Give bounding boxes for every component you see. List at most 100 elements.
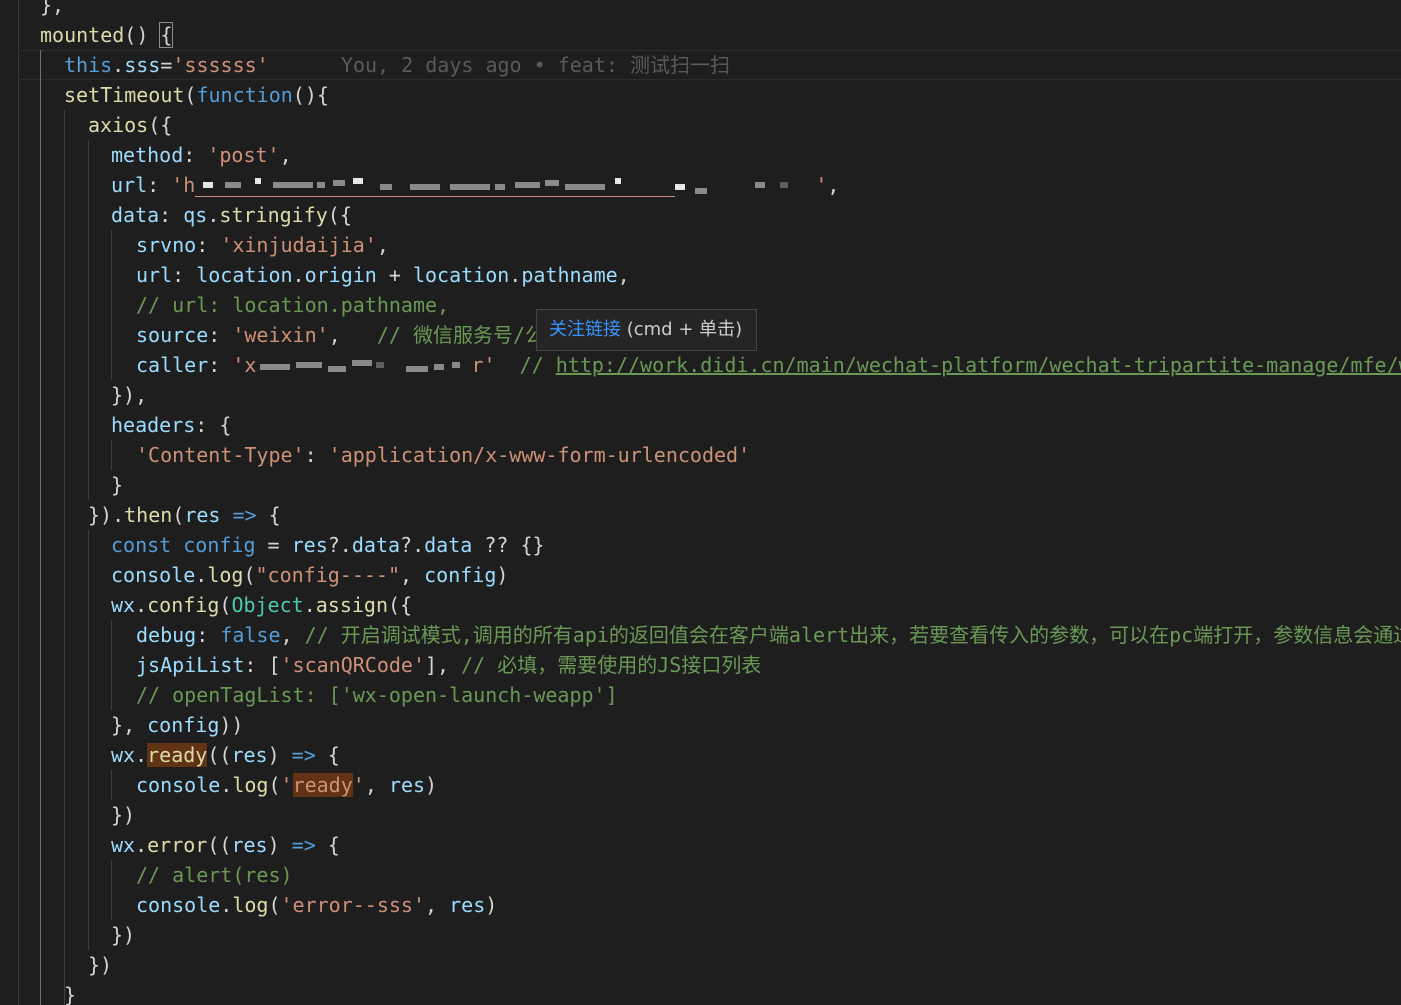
code-token: jsApiList [136,653,245,677]
code-line[interactable]: }) [111,800,135,830]
code-token: console [136,893,221,917]
code-line[interactable]: wx.ready((res) => { [111,740,340,770]
code-line[interactable]: }), [111,380,147,410]
code-token: : [196,623,221,647]
code-token: res [231,743,268,767]
code-line[interactable]: }, config)) [111,710,243,740]
code-line[interactable]: }).then(res => { [88,500,281,530]
indent-guide [111,440,112,470]
code-line[interactable]: this.sss='ssssss' You, 2 days ago • feat… [64,50,730,80]
code-token: ) [267,743,292,767]
code-token: log [207,563,244,587]
code-line[interactable]: mounted() { [40,20,174,50]
code-token: res [449,893,486,917]
code-line[interactable]: setTimeout(function(){ [64,80,329,110]
code-token: ?. [327,533,352,557]
code-token: ( [243,563,256,587]
code-token: assign [315,593,388,617]
code-token: , [827,173,840,197]
code-line[interactable]: srvno: 'xinjudaijia', [136,230,389,260]
code-line[interactable]: 'Content-Type': 'application/x-www-form-… [136,440,750,470]
follow-link-label[interactable]: 关注链接 [549,319,621,340]
code-line[interactable]: url: location.origin + location.pathname… [136,260,630,290]
code-token: , [400,563,425,587]
code-token: : [208,353,233,377]
code-token: ) [425,773,438,797]
code-token: => [291,833,316,857]
code-token: ) [485,893,498,917]
code-line[interactable]: // url: location.pathname, [136,290,449,320]
code-line[interactable]: caller: 'x r' // http://work.didi.cn/main… [136,350,1401,380]
code-token: (( [207,743,232,767]
code-token: { [159,22,174,48]
code-token: config [147,713,220,737]
code-editor[interactable]: }, mounted() {this.sss='ssssss' You, 2 da… [0,0,1401,1005]
code-token: , [376,233,389,257]
code-token: qs [183,203,208,227]
code-token: this [64,53,113,77]
code-token: // openTagList: ['wx-open-launch-weapp'] [136,683,618,707]
url-link[interactable]: http://work.didi.cn/main/wechat-platform… [556,353,1401,377]
code-token: srvno [136,233,197,257]
code-token: setTimeout [64,83,185,107]
code-token: location [412,263,510,287]
code-token: data [424,533,473,557]
code-line[interactable]: axios({ [88,110,172,140]
code-token: url [111,173,148,197]
code-line[interactable]: jsApiList: ['scanQRCode'], // 必填，需要使用的JS… [136,650,761,680]
code-line[interactable]: // openTagList: ['wx-open-launch-weapp'] [136,680,618,710]
code-line[interactable]: url: 'h ', [111,170,839,200]
code-line[interactable]: // alert(res) [136,860,293,890]
code-token: ) [496,563,509,587]
code-line[interactable]: console.log("config----", config) [111,560,508,590]
code-token: } [111,473,124,497]
code-line[interactable]: console.log('error--sss', res) [136,890,497,920]
code-token: location [196,263,293,287]
code-token: , [328,323,377,347]
code-token: Object [231,593,304,617]
code-token: config [183,533,256,557]
follow-link-tooltip: 关注链接 (cmd + 单击) [536,309,758,351]
code-token: }) [88,953,113,977]
code-token: config [424,563,497,587]
code-token: sss [124,53,161,77]
code-line[interactable]: headers: { [111,410,231,440]
code-line[interactable]: } [111,470,123,500]
code-token: (){ [292,83,329,107]
code-line[interactable]: const config = res?.data?.data ?? {} [111,530,545,560]
code-token: 'weixin' [232,323,329,347]
code-token: ( [184,83,197,107]
code-line[interactable]: } [64,980,76,1005]
code-token: // alert(res) [136,863,293,887]
code-line[interactable]: }) [111,920,135,950]
indent-guide [111,230,112,380]
code-token: , [280,623,305,647]
code-line[interactable]: }) [88,950,112,980]
code-token: : [159,203,184,227]
indent-guide [64,110,65,1005]
code-token: }). [88,503,125,527]
code-line[interactable]: debug: false, // 开启调试模式,调用的所有api的返回值会在客户… [136,620,1401,650]
code-token: } [64,983,77,1005]
code-line[interactable]: wx.error((res) => { [111,830,340,860]
code-token: wx [111,743,136,767]
code-line[interactable]: method: 'post', [111,140,292,170]
code-token: res [184,503,221,527]
code-token: 'xinjudaijia' [220,233,377,257]
code-token: ( [219,593,232,617]
code-token: ?? {} [472,533,545,557]
code-token: 'error--sss' [280,893,426,917]
code-token: 'ssssss' [172,53,269,77]
code-token: : [304,443,329,467]
code-line[interactable]: wx.config(Object.assign({ [111,590,412,620]
code-line[interactable]: data: qs.stringify({ [111,200,352,230]
code-token: data [351,533,401,557]
code-line[interactable]: source: 'weixin', // 微信服务号/公 [136,320,545,350]
code-line[interactable]: console.log('ready', res) [136,770,437,800]
code-token: . [195,563,208,587]
code-token: ], [425,653,462,677]
code-line[interactable]: }, [40,0,64,20]
code-token: function [196,83,293,107]
code-token: }) [111,923,136,947]
code-token: // 微信服务号/公 [376,323,546,347]
